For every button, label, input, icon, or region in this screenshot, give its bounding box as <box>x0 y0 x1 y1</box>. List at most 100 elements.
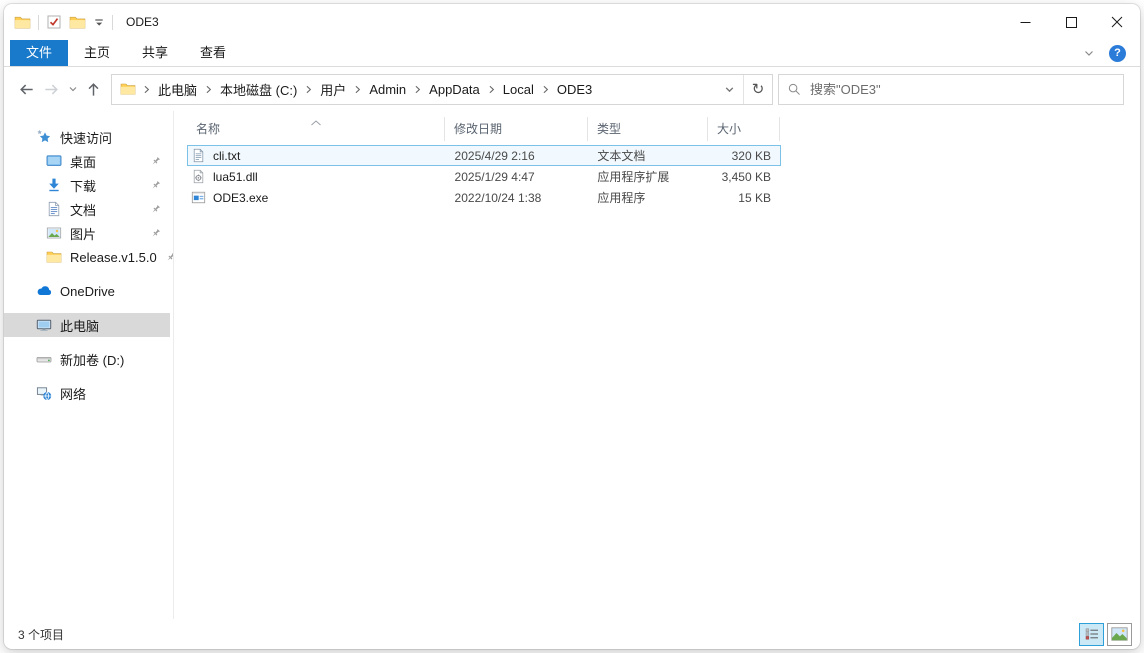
forward-button[interactable] <box>39 76 64 102</box>
recent-locations-chevron-icon[interactable] <box>64 76 81 102</box>
sidebar-item-d-drive[interactable]: 新加卷 (D:) <box>4 347 170 371</box>
qat-separator <box>38 15 39 30</box>
qat-properties-button[interactable] <box>46 14 62 30</box>
pin-icon <box>150 180 161 191</box>
column-header-date[interactable]: 修改日期 <box>445 117 588 141</box>
exe-file-icon <box>191 190 207 205</box>
sidebar-item-documents[interactable]: 文档 <box>4 197 170 221</box>
file-row-lua51-dll[interactable]: lua51.dll 2025/1/29 4:47 应用程序扩展 3,450 KB <box>187 166 781 187</box>
refresh-button[interactable]: ↻ <box>744 75 772 104</box>
pictures-icon <box>46 225 62 241</box>
file-row-cli-txt[interactable]: cli.txt 2025/4/29 2:16 文本文档 320 KB <box>187 145 781 166</box>
column-headers: 名称 修改日期 类型 大小 <box>187 113 1140 143</box>
breadcrumb-chevron-icon[interactable] <box>539 83 552 96</box>
back-button[interactable] <box>14 76 39 102</box>
file-size: 320 KB <box>708 149 780 163</box>
quick-access-toolbar: ODE3 <box>14 14 159 31</box>
address-bar[interactable]: 此电脑 本地磁盘 (C:) 用户 Admin AppData Local ODE… <box>111 74 773 105</box>
qat-customize-dropdown-icon[interactable] <box>93 16 105 28</box>
file-type: 应用程序扩展 <box>588 168 708 185</box>
sidebar-item-label: OneDrive <box>60 284 115 299</box>
close-button[interactable] <box>1094 4 1140 40</box>
navigation-bar: 此电脑 本地磁盘 (C:) 用户 Admin AppData Local ODE… <box>4 67 1140 111</box>
sidebar-item-label: Release.v1.5.0 <box>70 250 157 265</box>
pin-icon <box>150 156 161 167</box>
sort-ascending-icon <box>310 111 321 134</box>
quick-access-star-icon <box>36 129 52 145</box>
details-view-button[interactable] <box>1079 623 1104 646</box>
tab-view[interactable]: 查看 <box>184 40 242 66</box>
sidebar-item-label: 网络 <box>60 384 86 403</box>
breadcrumb-c-drive[interactable]: 本地磁盘 (C:) <box>215 80 302 99</box>
column-header-size[interactable]: 大小 <box>708 117 780 141</box>
dll-file-icon <box>191 169 207 184</box>
sidebar-item-label: 文档 <box>70 200 96 219</box>
title-bar: ODE3 <box>4 4 1140 40</box>
tab-home[interactable]: 主页 <box>68 40 126 66</box>
minimize-button[interactable] <box>1002 4 1048 40</box>
qat-separator <box>112 15 113 30</box>
network-icon <box>36 385 52 401</box>
thumbnail-view-button[interactable] <box>1107 623 1132 646</box>
explorer-window: ODE3 文件 主页 共享 查看 ? <box>4 4 1140 649</box>
sidebar-item-network[interactable]: 网络 <box>4 381 170 405</box>
window-controls <box>1002 4 1140 40</box>
file-name: lua51.dll <box>213 170 258 184</box>
sidebar-item-label: 新加卷 (D:) <box>60 350 124 369</box>
search-box <box>778 74 1124 105</box>
breadcrumb-chevron-icon[interactable] <box>302 83 315 96</box>
file-name: cli.txt <box>213 149 240 163</box>
address-history-chevron-icon[interactable] <box>715 75 743 104</box>
breadcrumb-appdata[interactable]: AppData <box>424 82 485 97</box>
sidebar-item-this-pc[interactable]: 此电脑 <box>4 313 170 337</box>
breadcrumb-chevron-icon[interactable] <box>411 83 424 96</box>
pin-icon <box>150 204 161 215</box>
item-count: 3 个项目 <box>18 626 64 643</box>
help-icon[interactable]: ? <box>1109 45 1126 62</box>
breadcrumb-chevron-icon[interactable] <box>140 83 153 96</box>
folder-icon <box>46 249 62 265</box>
maximize-button[interactable] <box>1048 4 1094 40</box>
breadcrumb-local[interactable]: Local <box>498 82 539 97</box>
document-icon <box>46 201 62 217</box>
up-button[interactable] <box>81 76 106 102</box>
address-folder-icon <box>120 81 136 97</box>
file-type: 文本文档 <box>588 147 708 164</box>
this-pc-icon <box>36 317 52 333</box>
sidebar-item-release-folder[interactable]: Release.v1.5.0 <box>4 245 170 269</box>
column-header-type[interactable]: 类型 <box>588 117 708 141</box>
sidebar-item-label: 下载 <box>70 176 96 195</box>
sidebar-item-desktop[interactable]: 桌面 <box>4 149 170 173</box>
pin-icon <box>165 252 174 263</box>
tab-file[interactable]: 文件 <box>10 40 68 66</box>
breadcrumb-chevron-icon[interactable] <box>351 83 364 96</box>
qat-new-folder-button[interactable] <box>69 14 86 31</box>
drive-icon <box>36 351 52 367</box>
window-title: ODE3 <box>126 15 159 29</box>
tab-share[interactable]: 共享 <box>126 40 184 66</box>
breadcrumb-ode3[interactable]: ODE3 <box>552 82 597 97</box>
sidebar-item-downloads[interactable]: 下载 <box>4 173 170 197</box>
sidebar-item-label: 快速访问 <box>60 128 112 147</box>
file-rows: cli.txt 2025/4/29 2:16 文本文档 320 KB lua51… <box>187 145 1140 208</box>
breadcrumb-chevron-icon[interactable] <box>485 83 498 96</box>
file-list-pane: 名称 修改日期 类型 大小 cli.txt 2025/4/29 2:16 文本文… <box>174 111 1140 619</box>
sidebar-item-quick-access[interactable]: 快速访问 <box>4 125 170 149</box>
sidebar-item-pictures[interactable]: 图片 <box>4 221 170 245</box>
search-input[interactable] <box>810 82 1115 97</box>
file-type: 应用程序 <box>588 189 708 206</box>
main-content: 快速访问 桌面 下载 文档 <box>4 111 1140 619</box>
sidebar-item-onedrive[interactable]: OneDrive <box>4 279 170 303</box>
breadcrumb-users[interactable]: 用户 <box>315 80 351 99</box>
file-size: 3,450 KB <box>708 170 780 184</box>
ribbon-tab-strip: 文件 主页 共享 查看 ? <box>4 40 1140 67</box>
refresh-icon: ↻ <box>752 80 765 98</box>
download-icon <box>46 177 62 193</box>
expand-ribbon-chevron-icon[interactable] <box>1083 47 1095 59</box>
breadcrumb-chevron-icon[interactable] <box>202 83 215 96</box>
file-date: 2025/1/29 4:47 <box>446 170 589 184</box>
column-header-name[interactable]: 名称 <box>187 117 445 141</box>
file-row-ode3-exe[interactable]: ODE3.exe 2022/10/24 1:38 应用程序 15 KB <box>187 187 781 208</box>
breadcrumb-admin[interactable]: Admin <box>364 82 411 97</box>
breadcrumb-this-pc[interactable]: 此电脑 <box>153 80 202 99</box>
